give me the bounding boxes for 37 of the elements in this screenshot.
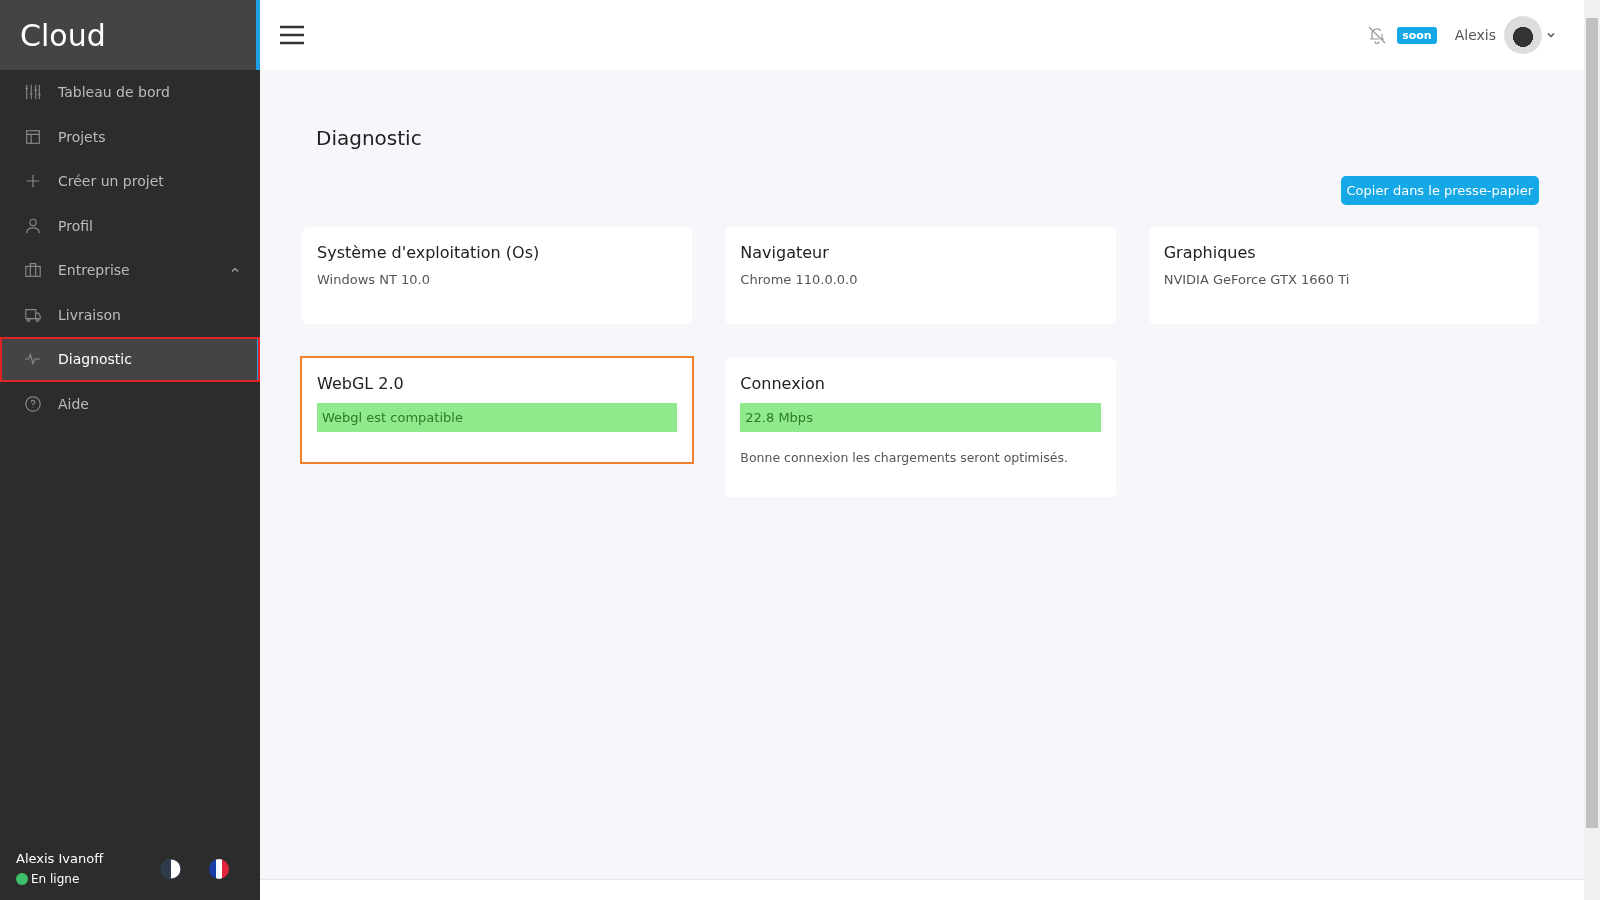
nav-item[interactable]: Profil bbox=[0, 203, 260, 248]
flag-icon[interactable] bbox=[208, 857, 230, 880]
user-icon bbox=[24, 216, 42, 235]
card-value: Chrome 110.0.0.0 bbox=[740, 272, 859, 287]
card-title: Graphiques bbox=[1163, 243, 1257, 262]
status-text: En ligne bbox=[31, 872, 80, 886]
card-title: Navigateur bbox=[740, 243, 830, 262]
card-title: Système d'exploitation (Os) bbox=[317, 243, 541, 262]
logo-text: Cloud bbox=[20, 17, 106, 53]
briefcase-icon bbox=[24, 261, 42, 280]
layout-icon bbox=[24, 127, 42, 146]
status-alert: 22.8 Mbps bbox=[740, 403, 1101, 432]
caret-icon[interactable] bbox=[1546, 30, 1556, 40]
card-title: Connexion bbox=[740, 374, 826, 393]
status-alert: Webgl est compatible bbox=[317, 403, 678, 432]
card-value: NVIDIA GeForce GTX 1660 Ti bbox=[1163, 272, 1351, 287]
page-title: Diagnostic bbox=[316, 126, 423, 150]
nav-item[interactable]: Livraison bbox=[0, 292, 260, 337]
soon-badge: soon bbox=[1397, 26, 1437, 44]
user-name[interactable]: Alexis bbox=[1454, 27, 1496, 43]
card-value: Windows NT 10.0 bbox=[317, 272, 431, 287]
nav-item[interactable]: Aide bbox=[0, 381, 260, 426]
card-note: Bonne connexion les chargements seront optimisés. bbox=[740, 450, 1069, 465]
sliders-icon bbox=[24, 83, 42, 102]
help-icon bbox=[24, 394, 42, 413]
nav-item[interactable]: Diagnostic bbox=[0, 337, 260, 382]
card-title: WebGL 2.0 bbox=[317, 374, 405, 393]
nav-item[interactable]: Créer un projet bbox=[0, 159, 260, 204]
user-name: Alexis Ivanoff bbox=[16, 851, 105, 866]
contrast-icon[interactable] bbox=[160, 857, 182, 880]
scrollbar[interactable] bbox=[1584, 0, 1600, 900]
nav-item[interactable]: Entreprise bbox=[0, 248, 260, 293]
nav-item[interactable]: Projets bbox=[0, 114, 260, 159]
avatar[interactable] bbox=[1504, 16, 1542, 54]
menu-icon[interactable] bbox=[280, 25, 304, 45]
bell-muted-icon[interactable] bbox=[1367, 25, 1388, 45]
nav-item[interactable]: Tableau de bord bbox=[0, 70, 260, 115]
